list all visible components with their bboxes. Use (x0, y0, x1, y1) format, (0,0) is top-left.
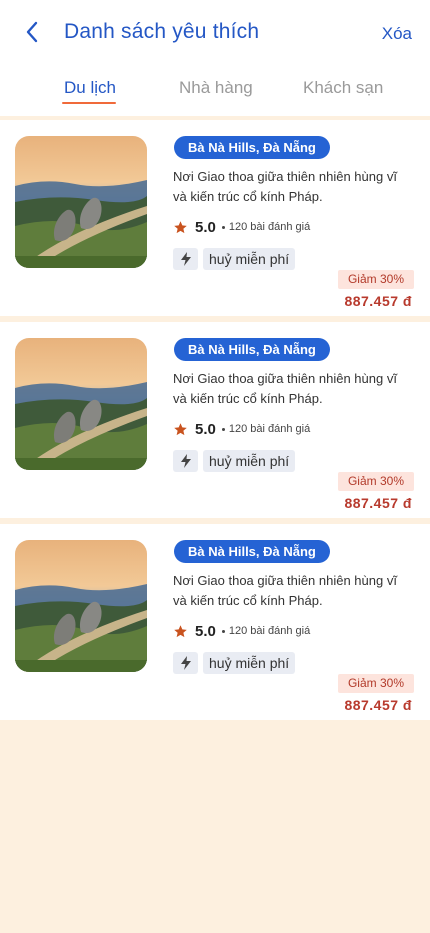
review-count: 120 bài đánh giá (228, 625, 311, 637)
active-tab-indicator (62, 102, 116, 104)
tab-bar: Du lịch Nhà hàng Khách sạn (0, 74, 430, 106)
feature-row: huỷ miễn phí (173, 450, 296, 472)
tab-nha-hang[interactable]: Nhà hàng (179, 78, 253, 98)
chevron-left-icon (26, 21, 38, 43)
destination-image (15, 338, 147, 470)
page-title: Danh sách yêu thích (64, 20, 260, 43)
feature-row: huỷ miễn phí (173, 652, 296, 674)
lightning-icon (173, 248, 198, 270)
separator-dot (221, 225, 225, 229)
favorite-card[interactable]: Bà Nà Hills, Đà Nẵng Nơi Giao thoa giữa … (0, 322, 430, 518)
description-line: Nơi Giao thoa giữa thiên nhiên hùng vĩ (173, 371, 397, 386)
review-count: 120 bài đánh giá (228, 423, 311, 435)
free-cancel-tag: huỷ miễn phí (203, 450, 296, 472)
separator-dot (221, 427, 225, 431)
rating-value: 5.0 (195, 420, 216, 438)
description-line: và kiến trúc cổ kính Pháp. (173, 391, 323, 406)
favorite-card[interactable]: Bà Nà Hills, Đà Nẵng Nơi Giao thoa giữa … (0, 120, 430, 316)
price: 887.457 đ (344, 495, 412, 511)
feature-row: huỷ miễn phí (173, 248, 296, 270)
star-icon (174, 220, 187, 233)
destination-image (15, 540, 147, 672)
description-line: và kiến trúc cổ kính Pháp. (173, 189, 323, 204)
back-button[interactable] (18, 18, 46, 46)
lightning-icon (173, 450, 198, 472)
favorite-card[interactable]: Bà Nà Hills, Đà Nẵng Nơi Giao thoa giữa … (0, 524, 430, 720)
rating-row: 5.0 120 bài đánh giá (173, 420, 310, 438)
discount-badge: Giảm 30% (337, 472, 414, 491)
lightning-icon (173, 652, 198, 674)
app-header: Danh sách yêu thích Xóa Du lịch Nhà hàng… (0, 0, 430, 116)
location-badge: Bà Nà Hills, Đà Nẵng (174, 540, 330, 563)
discount-badge: Giảm 30% (337, 674, 414, 693)
rating-row: 5.0 120 bài đánh giá (173, 622, 310, 640)
price: 887.457 đ (344, 293, 412, 309)
rating-value: 5.0 (195, 622, 216, 640)
star-icon (174, 422, 187, 435)
description: Nơi Giao thoa giữa thiên nhiên hùng vĩ v… (173, 571, 403, 611)
description-line: và kiến trúc cổ kính Pháp. (173, 593, 323, 608)
discount-badge: Giảm 30% (337, 270, 414, 289)
location-badge: Bà Nà Hills, Đà Nẵng (174, 338, 330, 361)
destination-image (15, 136, 147, 268)
description: Nơi Giao thoa giữa thiên nhiên hùng vĩ v… (173, 369, 403, 409)
description-line: Nơi Giao thoa giữa thiên nhiên hùng vĩ (173, 169, 397, 184)
rating-row: 5.0 120 bài đánh giá (173, 218, 310, 236)
description-line: Nơi Giao thoa giữa thiên nhiên hùng vĩ (173, 573, 397, 588)
tab-khach-san[interactable]: Khách sạn (303, 78, 383, 98)
rating-value: 5.0 (195, 218, 216, 236)
description: Nơi Giao thoa giữa thiên nhiên hùng vĩ v… (173, 167, 403, 207)
free-cancel-tag: huỷ miễn phí (203, 652, 296, 674)
price: 887.457 đ (344, 697, 412, 713)
separator-dot (221, 629, 225, 633)
star-icon (174, 624, 187, 637)
location-badge: Bà Nà Hills, Đà Nẵng (174, 136, 330, 159)
free-cancel-tag: huỷ miễn phí (203, 248, 296, 270)
delete-button[interactable]: Xóa (382, 24, 412, 44)
tab-du-lich[interactable]: Du lịch (64, 78, 116, 98)
review-count: 120 bài đánh giá (228, 221, 311, 233)
